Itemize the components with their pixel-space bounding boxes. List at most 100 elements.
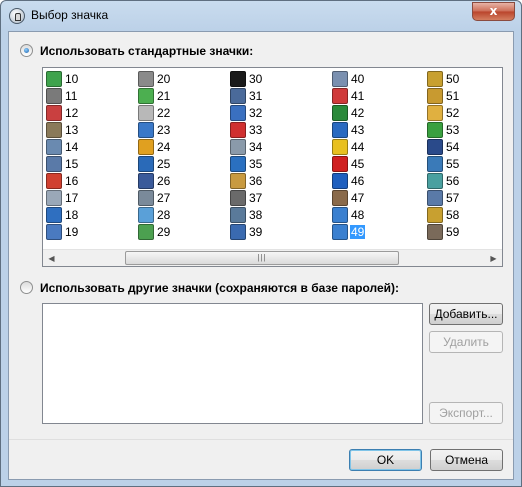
icon-option[interactable]: 25 [138,156,228,172]
icon-option[interactable]: 30 [230,71,320,87]
icon-option[interactable]: 13 [46,122,136,138]
icon-option[interactable]: 45 [332,156,422,172]
delete-button[interactable]: Удалить [429,331,503,353]
icon-number: 37 [249,191,263,205]
icon-option[interactable]: 47 [332,190,422,206]
padlock-icon [9,8,25,24]
hammer-icon [427,224,443,240]
sticky-note-icon [332,139,348,155]
icon-option[interactable]: 56 [427,173,517,189]
database-icon [332,122,348,138]
standard-icon-list[interactable]: 10 11 12 13 14 15 16 17 18 19 20 21 22 23 24 25 26 27 28 29… [42,67,503,267]
icon-option[interactable]: 23 [138,122,228,138]
icon-option[interactable]: 37 [230,190,320,206]
icon-option[interactable]: 51 [427,88,517,104]
icon-option[interactable]: 44 [332,139,422,155]
document-icon [138,105,154,121]
close-button[interactable]: x [472,2,515,21]
icon-number: 21 [157,89,171,103]
trash-icon [332,190,348,206]
icon-option[interactable]: 28 [138,207,228,223]
icon-number: 39 [249,225,263,239]
icon-option[interactable]: 59 [427,224,517,240]
custom-icons-radio[interactable] [20,281,33,294]
users-icon [230,156,246,172]
icon-option[interactable]: 57 [427,190,517,206]
add-button[interactable]: Добавить... [429,303,503,325]
screen-icon [138,122,154,138]
computer-icon [138,190,154,206]
scroll-right-arrow[interactable]: ▶ [485,250,502,267]
icon-option[interactable]: 18 [46,207,136,223]
icon-number: 15 [65,157,79,171]
notepad-icon [138,88,154,104]
icon-number: 26 [157,174,171,188]
icon-number: 11 [65,89,78,103]
icon-option[interactable]: 41 [332,88,422,104]
icon-option[interactable]: 31 [230,88,320,104]
icon-option[interactable]: 22 [138,105,228,121]
keys-icon [427,207,443,223]
icon-option[interactable]: 46 [332,173,422,189]
console-icon [230,71,246,87]
icon-number: 29 [157,225,171,239]
icon-option[interactable]: 19 [46,224,136,240]
icon-option[interactable]: 26 [138,173,228,189]
icon-option[interactable]: 12 [46,105,136,121]
icon-number: 36 [249,174,263,188]
icon-option[interactable]: 55 [427,156,517,172]
icon-option[interactable]: 42 [332,105,422,121]
scroll-thumb[interactable]: ||| [125,251,399,265]
cancel-button[interactable]: Отмена [430,449,503,471]
window-title: Выбор значка [31,8,109,22]
safe-icon [427,71,443,87]
icon-number: 52 [446,106,460,120]
ok-button[interactable]: OK [349,449,422,471]
icon-option[interactable]: 53 [427,122,517,138]
icon-option[interactable]: 27 [138,190,228,206]
icon-option[interactable]: 43 [332,122,422,138]
icon-option[interactable]: 16 [46,173,136,189]
icon-option[interactable]: 50 [427,71,517,87]
scroll-left-arrow[interactable]: ◀ [43,250,60,267]
icon-option[interactable]: 14 [46,139,136,155]
icon-option[interactable]: 49 [332,224,422,240]
export-button[interactable]: Экспорт... [429,402,503,424]
icon-option[interactable]: 54 [427,139,517,155]
icon-option[interactable]: 52 [427,105,517,121]
icon-option[interactable]: 38 [230,207,320,223]
horizontal-scrollbar[interactable]: ◀ ||| ▶ [43,249,502,266]
ticket-icon [138,224,154,240]
icon-option[interactable]: 35 [230,156,320,172]
icon-option[interactable]: 21 [138,88,228,104]
icon-option[interactable]: 20 [138,71,228,87]
icon-option[interactable]: 24 [138,139,228,155]
dialog-body: Использовать стандартные значки: 10 11 12 1… [8,31,514,480]
icon-option[interactable]: 36 [230,173,320,189]
icon-number: 55 [446,157,460,171]
icon-number: 33 [249,123,263,137]
thumbs-icon [332,88,348,104]
icon-option[interactable]: 34 [230,139,320,155]
icon-option[interactable]: 39 [230,224,320,240]
icon-option[interactable]: 33 [230,122,320,138]
icon-number: 14 [65,140,79,154]
puzzle-icon [230,122,246,138]
icon-option[interactable]: 58 [427,207,517,223]
icon-option[interactable]: 11 [46,88,136,104]
standard-icons-label: Использовать стандартные значки: [40,44,254,58]
icon-option[interactable]: 32 [230,105,320,121]
icon-number: 12 [65,106,79,120]
icon-number: 57 [446,191,460,205]
star-burst-icon [46,173,62,189]
standard-icons-radio[interactable] [20,44,33,57]
icon-number: 35 [249,157,263,171]
icon-option[interactable]: 15 [46,156,136,172]
icon-number: 31 [249,89,263,103]
custom-icon-list[interactable] [42,303,423,424]
icon-option[interactable]: 40 [332,71,422,87]
icon-option[interactable]: 48 [332,207,422,223]
icon-option[interactable]: 29 [138,224,228,240]
icon-option[interactable]: 10 [46,71,136,87]
icon-option[interactable]: 17 [46,190,136,206]
